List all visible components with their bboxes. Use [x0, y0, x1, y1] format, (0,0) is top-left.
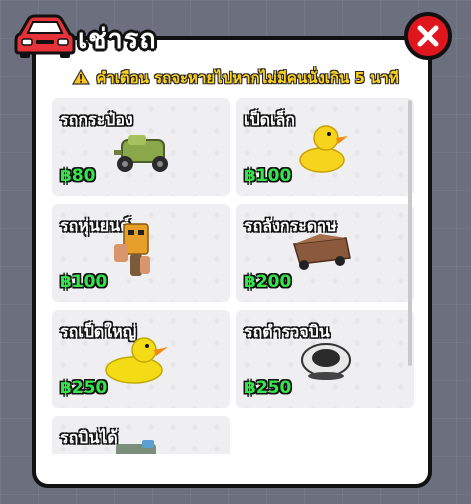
vehicle-card[interactable]: เป็ดเล็ก ฿100: [236, 98, 414, 196]
vehicle-card[interactable]: รถกระป๋อง ฿80: [52, 98, 230, 196]
car-icon: [14, 14, 76, 58]
vehicle-card[interactable]: รถเป็ดใหญ่ ฿250: [52, 310, 230, 408]
scrollbar[interactable]: [408, 100, 412, 366]
robot-car-icon: [114, 223, 150, 276]
vehicle-price: ฿80: [60, 166, 96, 186]
vehicle-price: ฿200: [244, 272, 292, 292]
page-title: เช่ารถ: [78, 24, 157, 55]
vehicle-card[interactable]: รถบินได้: [52, 416, 230, 454]
close-icon: [417, 25, 439, 47]
warning-icon: [72, 68, 91, 87]
vehicle-name: เป็ดเล็ก: [244, 110, 295, 129]
vehicle-card[interactable]: รถหุ่นยนต์ ฿100: [52, 204, 230, 302]
flying-police-car-icon: [301, 343, 351, 380]
vehicle-price: ฿100: [60, 272, 108, 292]
vehicle-price: ฿250: [60, 378, 108, 398]
vehicle-card[interactable]: รถลังกระดาษ ฿200: [236, 204, 414, 302]
vehicle-grid[interactable]: รถกระป๋อง ฿80 เป็ดเล็ก ฿100 รถหุ่นยนต์ ฿…: [52, 98, 414, 454]
cardboard-box-car-icon: [293, 234, 351, 270]
vehicle-card[interactable]: รถตำรวจบิน ฿250: [236, 310, 414, 408]
warning-text: คำเตือน รถจะหายไปหากไม่มีคนนั่งเกิน 5 นา…: [96, 69, 399, 87]
vehicle-price: ฿100: [244, 166, 292, 186]
warning-banner: คำเตือน รถจะหายไปหากไม่มีคนนั่งเกิน 5 นา…: [0, 66, 471, 90]
vehicle-price: ฿250: [244, 378, 292, 398]
flying-car-icon: [116, 440, 156, 454]
green-can-car-icon: [114, 135, 168, 172]
vehicle-name: รถบินได้: [60, 428, 118, 447]
small-duck-icon: [299, 125, 348, 173]
close-button[interactable]: [404, 12, 452, 60]
big-duck-icon: [105, 337, 168, 384]
